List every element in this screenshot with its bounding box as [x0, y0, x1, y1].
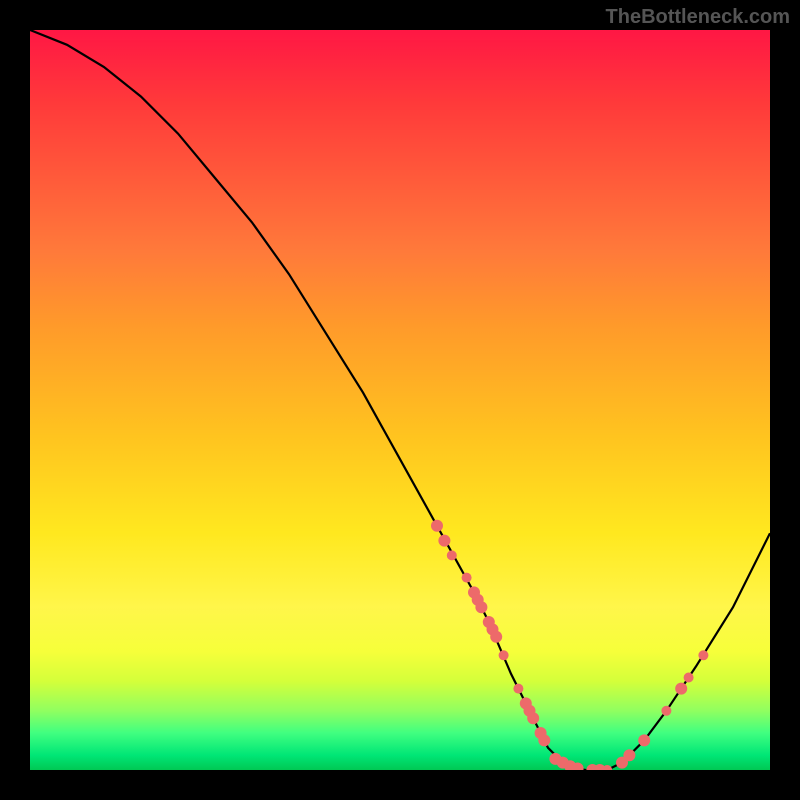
data-marker [490, 631, 502, 643]
curve-svg [30, 30, 770, 770]
data-marker [623, 749, 635, 761]
chart-container: TheBottleneck.com [0, 0, 800, 800]
plot-area [30, 30, 770, 770]
data-markers [431, 520, 708, 770]
data-marker [462, 573, 472, 583]
data-marker [499, 650, 509, 660]
data-marker [447, 550, 457, 560]
data-marker [661, 706, 671, 716]
data-marker [538, 734, 550, 746]
data-marker [438, 535, 450, 547]
data-marker [431, 520, 443, 532]
watermark-text: TheBottleneck.com [606, 6, 790, 29]
data-marker [675, 683, 687, 695]
data-marker [638, 734, 650, 746]
data-marker [698, 650, 708, 660]
data-marker [684, 673, 694, 683]
data-marker [475, 601, 487, 613]
data-marker [513, 684, 523, 694]
bottleneck-curve [30, 30, 770, 770]
data-marker [527, 712, 539, 724]
